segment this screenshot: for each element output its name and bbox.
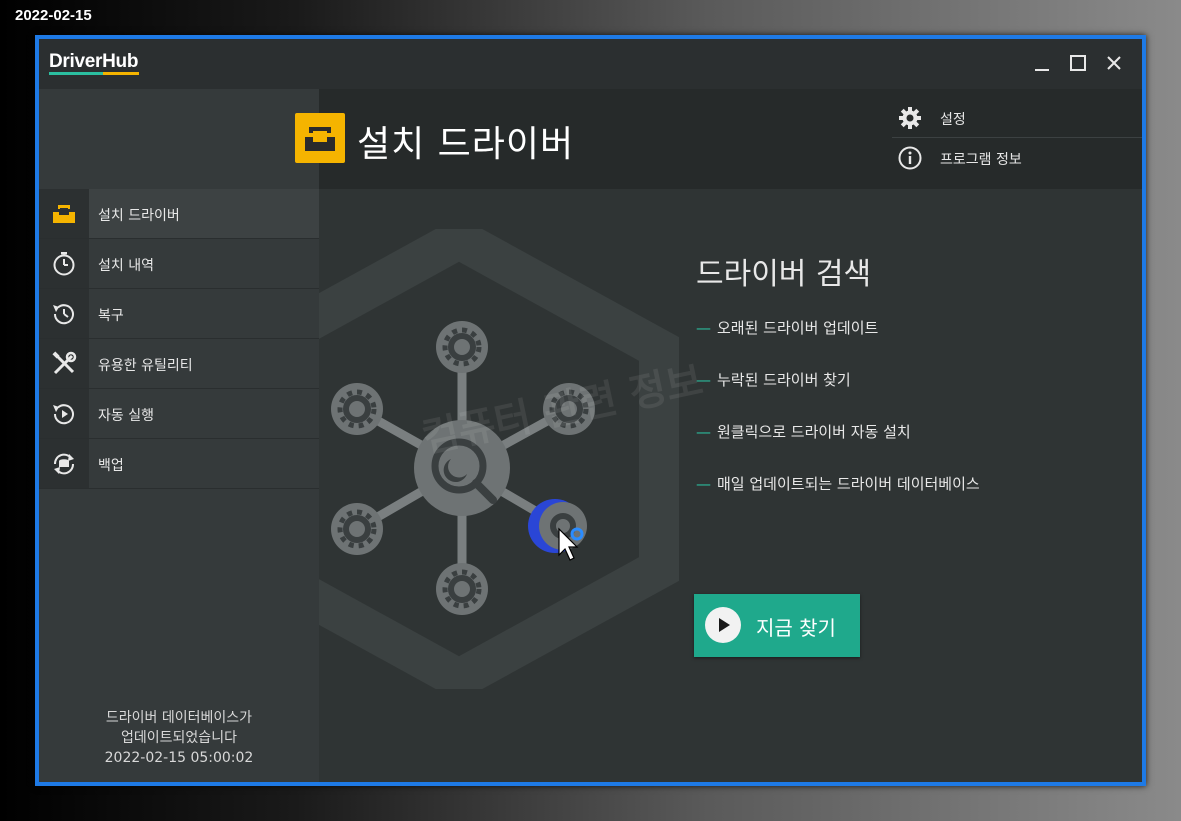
header-left-panel: [39, 89, 319, 189]
logo-underline: [49, 72, 139, 75]
about-label: 프로그램 정보: [940, 152, 1022, 168]
install-tray-icon: [295, 113, 345, 163]
sidebar-icon-box: [39, 289, 89, 338]
gear-node: [436, 321, 488, 373]
sidebar-item-backup[interactable]: 백업: [39, 439, 319, 489]
feature-dash: —: [696, 423, 711, 441]
feature-dash: —: [696, 319, 711, 337]
app-window: DriverHub 설치 드라이버 설정 프로그램 정보 설치 드라이버 설치 …: [35, 35, 1146, 786]
sidebar-icon-box: [39, 389, 89, 438]
stopwatch-icon: [53, 252, 75, 276]
history-icon: [53, 304, 74, 325]
sidebar-item-utilities[interactable]: 유용한 유틸리티: [39, 339, 319, 389]
feature-text: 매일 업데이트되는 드라이버 데이터베이스: [717, 475, 980, 493]
feature-item: — 오래된 드라이버 업데이트: [696, 317, 878, 338]
maximize-icon: [1070, 55, 1086, 71]
date-stamp: 2022-02-15: [15, 7, 92, 24]
install-tray-icon: [53, 205, 75, 223]
header-menu: 설정 프로그램 정보: [892, 89, 1142, 189]
sidebar-item-label: 백업: [98, 458, 124, 474]
play-icon: [705, 607, 741, 643]
feature-dash: —: [696, 371, 711, 389]
sidebar-item-install-history[interactable]: 설치 내역: [39, 239, 319, 289]
sidebar-icon-box: [39, 439, 89, 488]
settings-label: 설정: [940, 112, 966, 128]
section-title: 드라이버 검색: [696, 257, 872, 292]
database-status-timestamp: 2022-02-15 05:00:02: [104, 750, 254, 766]
scan-now-button[interactable]: 지금 찾기: [694, 594, 860, 657]
sidebar-item-label: 복구: [98, 308, 124, 324]
minimize-button[interactable]: [1029, 51, 1055, 77]
settings-menu-item[interactable]: 설정: [892, 99, 1142, 138]
database-status-line2: 업데이트되었습니다: [121, 730, 237, 746]
page-title: 설치 드라이버: [357, 124, 575, 165]
feature-item: — 매일 업데이트되는 드라이버 데이터베이스: [696, 473, 980, 494]
sidebar-item-install-drivers[interactable]: 설치 드라이버: [39, 189, 319, 239]
close-button[interactable]: [1101, 51, 1127, 77]
tools-icon: [52, 351, 77, 375]
sidebar-item-restore[interactable]: 복구: [39, 289, 319, 339]
backup-icon: [53, 453, 75, 475]
sidebar-icon-box: [39, 239, 89, 288]
scan-now-label: 지금 찾기: [756, 616, 836, 640]
feature-text: 오래된 드라이버 업데이트: [717, 319, 879, 337]
main-panel: 컴퓨터 관련 정보 드라이버 검색 — 오래된 드라이버 업데이트 — 누락된 드라…: [319, 189, 1142, 782]
gear-icon: [899, 107, 921, 129]
title-bar: DriverHub: [39, 39, 1142, 89]
sidebar: 설치 드라이버 설치 내역 복구 유용한 유틸리티 자동 실행 백업 드라이버 …: [39, 189, 319, 782]
sidebar-item-label: 유용한 유틸리티: [98, 358, 193, 374]
sidebar-item-label: 설치 드라이버: [98, 208, 180, 224]
sidebar-item-label: 설치 내역: [98, 258, 154, 274]
feature-text: 누락된 드라이버 찾기: [717, 371, 851, 389]
driver-hub-illustration: [331, 321, 595, 615]
autorun-icon: [53, 404, 74, 425]
close-icon: [1107, 56, 1121, 70]
sidebar-icon-box: [39, 339, 89, 388]
database-status: 드라이버 데이터베이스가 업데이트되었습니다 2022-02-15 05:00:…: [39, 708, 319, 768]
feature-item: — 누락된 드라이버 찾기: [696, 369, 851, 390]
info-icon: [898, 146, 922, 170]
maximize-button[interactable]: [1065, 51, 1091, 77]
app-logo: DriverHub: [49, 51, 139, 72]
feature-text: 원클릭으로 드라이버 자동 설치: [717, 423, 911, 441]
sidebar-icon-box: [39, 189, 89, 238]
feature-dash: —: [696, 475, 711, 493]
database-status-line1: 드라이버 데이터베이스가: [105, 710, 253, 726]
minimize-icon: [1035, 69, 1049, 71]
sidebar-item-autorun[interactable]: 자동 실행: [39, 389, 319, 439]
about-menu-item[interactable]: 프로그램 정보: [892, 139, 1142, 177]
sidebar-item-label: 자동 실행: [98, 408, 154, 424]
feature-item: — 원클릭으로 드라이버 자동 설치: [696, 421, 911, 442]
page-header: 설치 드라이버 설정 프로그램 정보: [39, 89, 1142, 189]
